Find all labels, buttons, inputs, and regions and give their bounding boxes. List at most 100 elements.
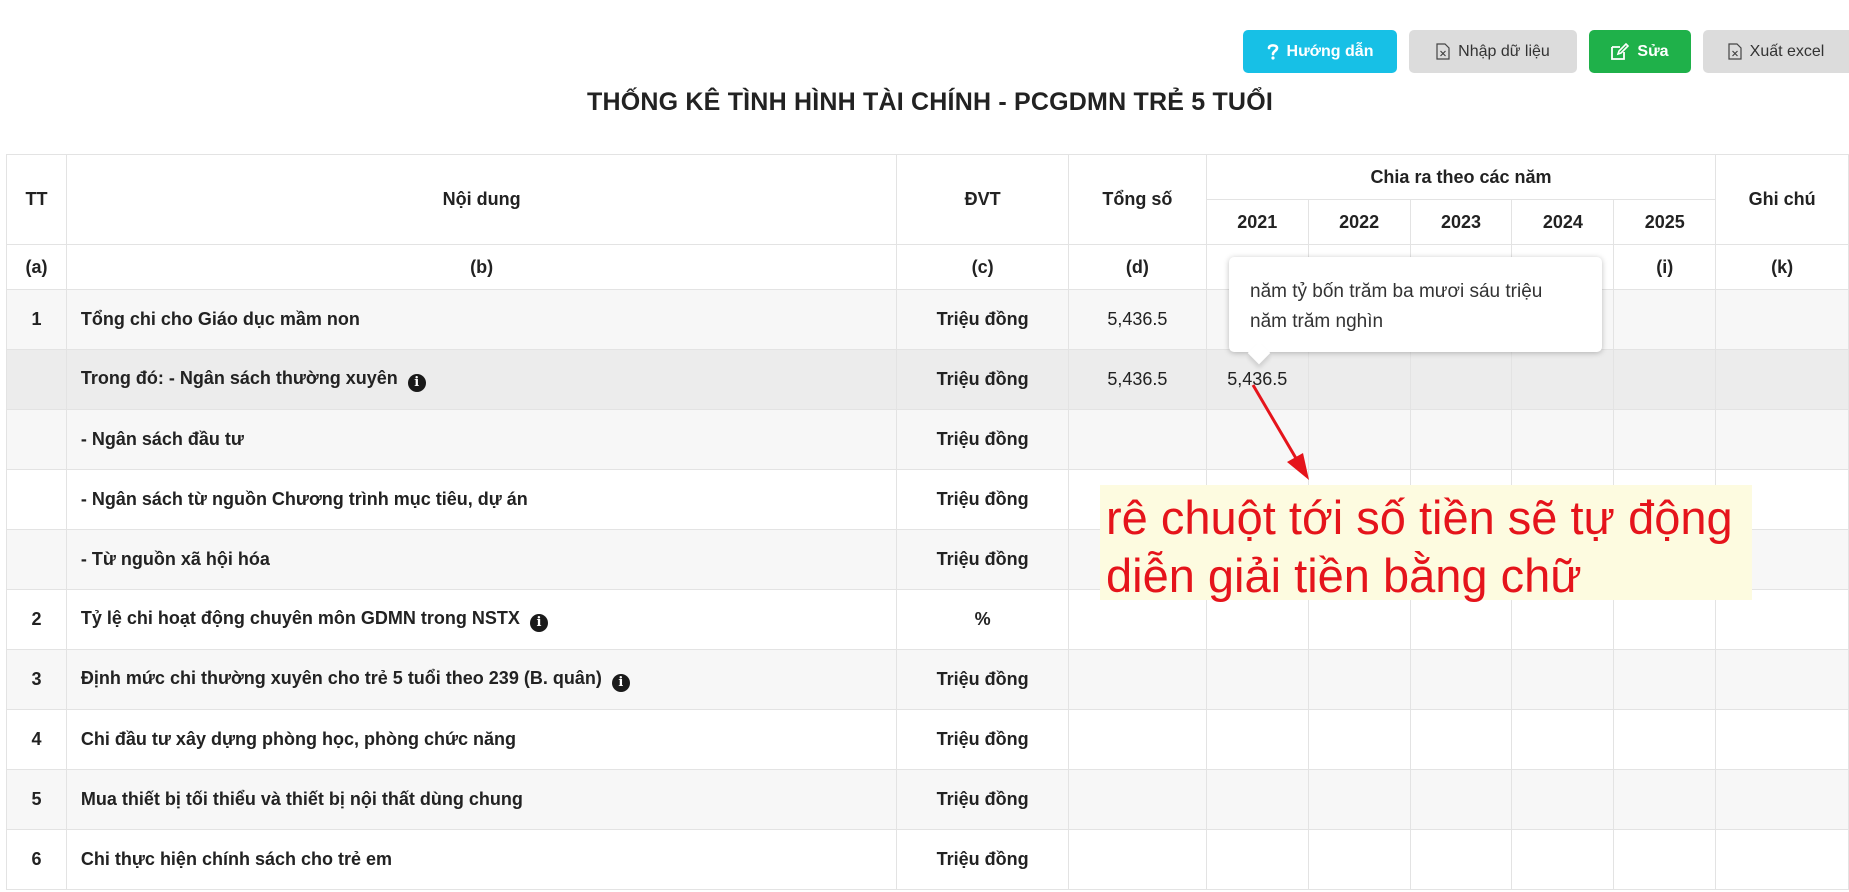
row-content-text: Chi thực hiện chính sách cho trẻ em — [80, 849, 392, 869]
header-year-2022: 2022 — [1307, 199, 1411, 245]
row-tt: 6 — [6, 829, 67, 890]
excel-file-icon — [1436, 43, 1450, 60]
row-content-text: Tỷ lệ chi hoạt động chuyên môn GDMN tron… — [80, 607, 520, 628]
row-unit: Triệu đồng — [896, 529, 1069, 590]
row-total[interactable]: 5,436.5 — [1068, 349, 1207, 410]
row-content-text: Tổng chi cho Giáo dục mầm non — [80, 309, 360, 329]
info-icon[interactable]: i — [407, 373, 426, 392]
row-content: - Ngân sách từ nguồn Chương trình mục ti… — [65, 469, 898, 530]
row-2022[interactable] — [1307, 769, 1411, 830]
row-2022[interactable] — [1307, 709, 1411, 770]
row-unit: % — [896, 589, 1069, 650]
info-icon[interactable]: i — [611, 673, 630, 692]
row-2021[interactable] — [1205, 709, 1309, 770]
row-content: Định mức chi thường xuyên cho trẻ 5 tuổi… — [65, 649, 898, 710]
row-note[interactable] — [1715, 709, 1849, 770]
row-2024[interactable] — [1511, 829, 1615, 890]
row-2023[interactable] — [1409, 709, 1513, 770]
import-data-button[interactable]: Nhập dữ liệu — [1409, 30, 1577, 73]
edit-label: Sửa — [1637, 42, 1669, 60]
row-note[interactable] — [1715, 409, 1849, 470]
header-tt: TT — [6, 154, 67, 245]
import-label: Nhập dữ liệu — [1458, 42, 1550, 60]
row-2022[interactable] — [1307, 409, 1411, 470]
row-2025[interactable] — [1613, 709, 1717, 770]
header-year-2024: 2024 — [1511, 199, 1615, 245]
code-a: (a) — [6, 244, 67, 290]
annotation-line-1: rê chuột tới số tiền sẽ tự động — [1106, 491, 1733, 544]
guide-button[interactable]: Hướng dẫn — [1243, 30, 1397, 73]
header-unit: ĐVT — [896, 154, 1069, 245]
code-d: (d) — [1068, 244, 1207, 290]
row-2025[interactable] — [1613, 829, 1717, 890]
row-note[interactable] — [1715, 829, 1849, 890]
row-tt: 4 — [6, 709, 67, 770]
page: Hướng dẫn Nhập dữ liệu Sửa Xuất excel TH… — [0, 0, 1849, 892]
header-year-2023: 2023 — [1409, 199, 1513, 245]
row-2022[interactable] — [1307, 349, 1411, 410]
header-total: Tổng số — [1068, 154, 1207, 245]
row-2024[interactable] — [1511, 709, 1615, 770]
row-total[interactable] — [1068, 709, 1207, 770]
row-2021[interactable] — [1205, 409, 1309, 470]
table-row: 6 Chi thực hiện chính sách cho trẻ em Tr… — [6, 829, 1849, 890]
row-2025[interactable] — [1613, 349, 1717, 410]
row-note[interactable] — [1715, 289, 1849, 350]
row-2024[interactable] — [1511, 769, 1615, 830]
row-content: Tỷ lệ chi hoạt động chuyên môn GDMN tron… — [65, 589, 898, 650]
row-2022[interactable] — [1307, 829, 1411, 890]
row-content-text: Chi đầu tư xây dựng phòng học, phòng chứ… — [80, 729, 516, 749]
row-2024[interactable] — [1511, 409, 1615, 470]
row-total[interactable] — [1068, 649, 1207, 710]
code-c: (c) — [896, 244, 1069, 290]
row-2025[interactable] — [1613, 769, 1717, 830]
row-unit: Triệu đồng — [896, 349, 1069, 410]
page-title: THỐNG KÊ TÌNH HÌNH TÀI CHÍNH - PCGDMN TR… — [587, 88, 1273, 116]
row-2025[interactable] — [1613, 289, 1717, 350]
row-total[interactable] — [1068, 409, 1207, 470]
row-note[interactable] — [1715, 649, 1849, 710]
table-row: 5 Mua thiết bị tối thiểu và thiết bị nội… — [6, 769, 1849, 830]
row-tt: 1 — [6, 289, 67, 350]
row-2023[interactable] — [1409, 769, 1513, 830]
row-2023[interactable] — [1409, 829, 1513, 890]
excel-file-icon — [1728, 43, 1742, 60]
edit-button[interactable]: Sửa — [1589, 30, 1691, 73]
export-label: Xuất excel — [1749, 42, 1825, 60]
row-2022[interactable] — [1307, 649, 1411, 710]
tooltip-line-2: năm trăm nghìn — [1250, 311, 1384, 332]
row-unit: Triệu đồng — [896, 469, 1069, 530]
row-note[interactable] — [1715, 769, 1849, 830]
row-content-text: - Ngân sách đầu tư — [80, 429, 244, 449]
row-2023[interactable] — [1409, 349, 1513, 410]
row-2021[interactable] — [1205, 649, 1309, 710]
row-2023[interactable] — [1409, 649, 1513, 710]
row-2023[interactable] — [1409, 409, 1513, 470]
row-note[interactable] — [1715, 349, 1849, 410]
row-unit: Triệu đồng — [896, 829, 1069, 890]
row-total[interactable] — [1068, 829, 1207, 890]
row-2025[interactable] — [1613, 649, 1717, 710]
row-content-text: Trong đó: - Ngân sách thường xuyên — [80, 367, 398, 388]
row-total[interactable]: 5,436.5 — [1068, 289, 1207, 350]
annotation-note: rê chuột tới số tiền sẽ tự động diễn giả… — [1100, 485, 1752, 602]
row-content: Trong đó: - Ngân sách thường xuyên i — [65, 349, 898, 410]
export-excel-button[interactable]: Xuất excel — [1703, 30, 1849, 73]
tooltip-line-1: năm tỷ bốn trăm ba mươi sáu triệu — [1250, 281, 1543, 302]
code-i: (i) — [1613, 244, 1717, 290]
row-2021[interactable] — [1205, 829, 1309, 890]
row-2021[interactable] — [1205, 769, 1309, 830]
row-2024[interactable] — [1511, 649, 1615, 710]
row-unit: Triệu đồng — [896, 649, 1069, 710]
row-tt: 3 — [6, 649, 67, 710]
info-icon[interactable]: i — [529, 613, 548, 632]
row-content-text: Định mức chi thường xuyên cho trẻ 5 tuổi… — [80, 667, 602, 688]
row-tt — [6, 469, 67, 530]
row-total[interactable] — [1068, 769, 1207, 830]
row-content: Mua thiết bị tối thiểu và thiết bị nội t… — [65, 769, 898, 830]
row-content-text: Mua thiết bị tối thiểu và thiết bị nội t… — [80, 789, 523, 809]
row-2024[interactable] — [1511, 349, 1615, 410]
row-unit: Triệu đồng — [896, 709, 1069, 770]
row-2025[interactable] — [1613, 409, 1717, 470]
row-content: Tổng chi cho Giáo dục mầm non — [65, 289, 898, 350]
